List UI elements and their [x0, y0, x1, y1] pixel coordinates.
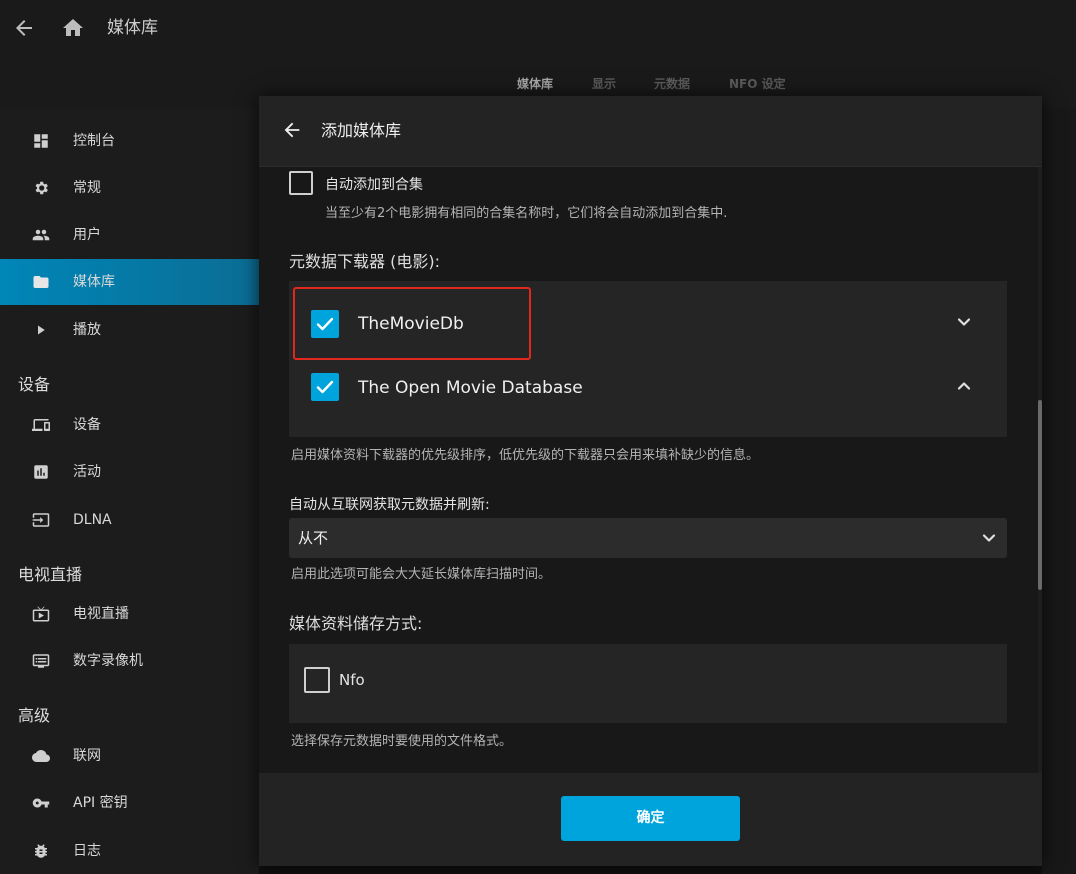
- devices-icon: [32, 416, 50, 434]
- background-panel: [1042, 108, 1076, 874]
- chevron-up-icon[interactable]: [956, 378, 972, 394]
- dialog-footer: 确定: [259, 773, 1042, 866]
- sidebar-item-api-keys[interactable]: API 密钥: [0, 780, 259, 826]
- metadata-downloaders-title: 元数据下载器 (电影):: [289, 252, 440, 271]
- app-header: 媒体库 媒体库 显示 元数据 NFO 设定: [0, 0, 1076, 108]
- sidebar-item-devices[interactable]: 设备: [0, 402, 259, 448]
- sidebar-item-dvr[interactable]: 数字录像机: [0, 638, 259, 684]
- dvr-icon: [32, 652, 50, 670]
- back-arrow-icon[interactable]: [12, 16, 36, 40]
- nfo-label: Nfo: [339, 671, 365, 689]
- auto-collection-label: 自动添加到合集: [325, 177, 423, 193]
- sidebar-item-users[interactable]: 用户: [0, 212, 259, 258]
- scrollbar-thumb[interactable]: [1038, 400, 1042, 590]
- cloud-icon: [32, 747, 50, 765]
- sidebar-item-library[interactable]: 媒体库: [0, 259, 259, 305]
- sidebar-item-activity[interactable]: 活动: [0, 449, 259, 495]
- back-arrow-icon[interactable]: [281, 119, 303, 141]
- refresh-label: 自动从互联网获取元数据并刷新:: [289, 497, 490, 513]
- refresh-description: 启用此选项可能会大大延长媒体库扫描时间。: [291, 567, 552, 582]
- chevron-down-icon: [981, 530, 997, 546]
- tab-nfo-settings[interactable]: NFO 设定: [729, 74, 786, 94]
- tab-display[interactable]: 显示: [592, 74, 616, 94]
- omdb-checkbox[interactable]: [311, 373, 339, 401]
- sidebar-item-label: 播放: [73, 322, 101, 338]
- sidebar-item-general[interactable]: 常规: [0, 165, 259, 211]
- dialog-header: 添加媒体库: [259, 96, 1042, 167]
- highlight-box: [293, 287, 531, 360]
- sidebar: 控制台 常规 用户 媒体库 播放 设备 设备 活动 DLNA 电视直播 电视直播…: [0, 108, 259, 874]
- sidebar-item-label: API 密钥: [73, 795, 128, 811]
- dialog-body[interactable]: 自动添加到合集 当至少有2个电影拥有相同的合集名称时，它们将会自动添加到合集中.…: [259, 167, 1042, 773]
- savers-description: 选择保存元数据时要使用的文件格式。: [291, 734, 513, 749]
- omdb-label: The Open Movie Database: [358, 378, 583, 398]
- sidebar-item-label: 活动: [73, 464, 101, 480]
- activity-icon: [32, 463, 50, 481]
- tab-bar: 媒体库 显示 元数据 NFO 设定: [0, 74, 1076, 94]
- savers-list: [289, 644, 1007, 723]
- sidebar-item-label: 常规: [73, 180, 101, 196]
- refresh-select-value: 从不: [298, 529, 329, 547]
- dialog-title: 添加媒体库: [321, 121, 402, 140]
- metadata-downloaders-description: 启用媒体资料下载器的优先级排序，低优先级的下载器只会用来填补缺少的信息。: [291, 448, 760, 463]
- key-icon: [32, 794, 50, 812]
- nfo-checkbox[interactable]: [304, 667, 330, 693]
- sidebar-item-playback[interactable]: 播放: [0, 307, 259, 353]
- sidebar-item-label: 用户: [73, 227, 101, 243]
- dashboard-icon: [32, 132, 50, 150]
- play-icon: [32, 321, 50, 339]
- sidebar-item-live-tv[interactable]: 电视直播: [0, 591, 259, 637]
- home-icon[interactable]: [61, 16, 85, 40]
- live-tv-icon: [32, 605, 50, 623]
- sidebar-section-live-tv: 电视直播: [18, 565, 83, 584]
- sidebar-item-label: 联网: [73, 748, 101, 764]
- add-library-dialog: 添加媒体库 自动添加到合集 当至少有2个电影拥有相同的合集名称时，它们将会自动添…: [259, 96, 1042, 866]
- sidebar-item-label: DLNA: [73, 512, 112, 528]
- sidebar-item-dashboard[interactable]: 控制台: [0, 118, 259, 164]
- auto-collection-checkbox[interactable]: [289, 171, 313, 195]
- gear-icon: [32, 179, 50, 197]
- sidebar-section-devices: 设备: [18, 375, 51, 394]
- page-title: 媒体库: [107, 18, 158, 38]
- sidebar-item-logs[interactable]: 日志: [0, 828, 259, 874]
- sidebar-item-networking[interactable]: 联网: [0, 733, 259, 779]
- people-icon: [32, 226, 50, 244]
- input-icon: [32, 511, 50, 529]
- folder-icon: [32, 273, 50, 291]
- tab-metadata[interactable]: 元数据: [654, 74, 690, 94]
- sidebar-item-label: 日志: [73, 843, 101, 859]
- sidebar-section-advanced: 高级: [18, 706, 51, 725]
- auto-collection-description: 当至少有2个电影拥有相同的合集名称时，它们将会自动添加到合集中.: [325, 206, 728, 221]
- sidebar-item-dlna[interactable]: DLNA: [0, 497, 259, 543]
- refresh-select[interactable]: 从不: [289, 518, 1007, 558]
- savers-title: 媒体资料储存方式:: [289, 614, 423, 633]
- scrollbar[interactable]: [1038, 167, 1042, 773]
- chevron-down-icon[interactable]: [956, 314, 972, 330]
- bug-icon: [32, 842, 50, 860]
- ok-button[interactable]: 确定: [561, 796, 740, 841]
- sidebar-item-label: 数字录像机: [73, 653, 143, 669]
- sidebar-item-label: 电视直播: [73, 606, 129, 622]
- sidebar-item-label: 设备: [73, 417, 101, 433]
- sidebar-item-label: 媒体库: [73, 274, 115, 290]
- tab-library[interactable]: 媒体库: [517, 74, 553, 94]
- sidebar-item-label: 控制台: [73, 133, 115, 149]
